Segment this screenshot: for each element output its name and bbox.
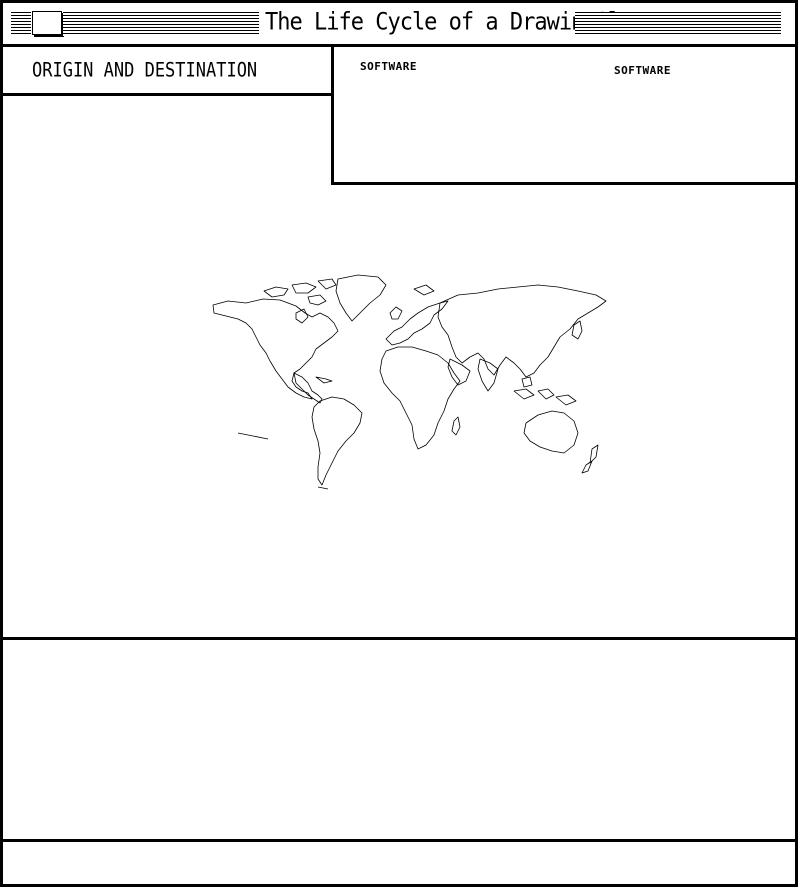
title-bar-stripes-left [11, 12, 31, 36]
origin-destination-label: ORIGIN AND DESTINATION [32, 59, 258, 82]
title-bar-stripes-right [575, 12, 781, 36]
notes-panel [3, 640, 795, 839]
window-title: The Life Cycle of a DrawingSlate II [265, 6, 695, 40]
software-label-right: SOFTWARE [614, 64, 671, 77]
software-label-left: SOFTWARE [360, 60, 417, 73]
title-bar-stripes-left-long [63, 12, 259, 36]
map-panel [3, 185, 795, 637]
origin-destination-panel: ORIGIN AND DESTINATION [3, 47, 334, 96]
software-panel: SOFTWARE SOFTWARE [331, 47, 795, 185]
footer-panel [3, 842, 795, 884]
close-box-button[interactable] [32, 11, 62, 35]
title-bar[interactable]: The Life Cycle of a DrawingSlate II [3, 3, 795, 47]
world-map-icon [212, 274, 607, 490]
app-window: The Life Cycle of a DrawingSlate II ORIG… [0, 0, 798, 887]
